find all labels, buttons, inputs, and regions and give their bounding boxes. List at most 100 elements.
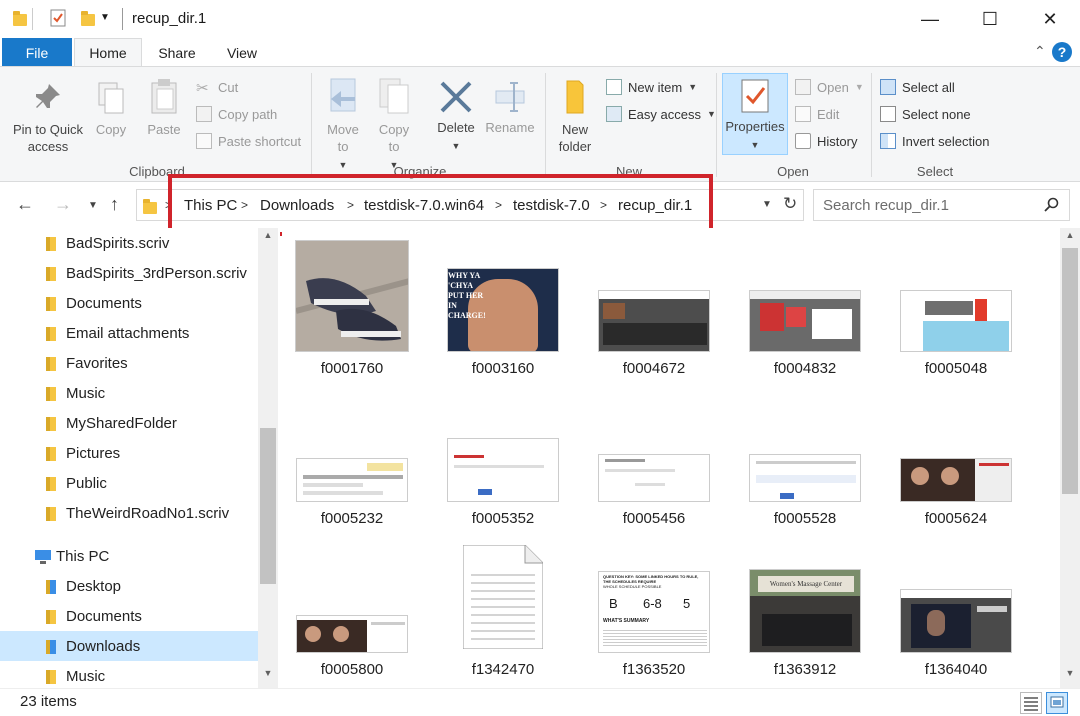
cut-button[interactable]: ✂ Cut — [196, 79, 238, 98]
item-count: 23 items — [20, 693, 77, 710]
back-arrow-icon[interactable]: ← — [16, 194, 34, 215]
paste-button[interactable]: Paste — [144, 77, 184, 138]
nav-item[interactable]: Documents — [0, 288, 258, 318]
nav-item[interactable]: Music — [0, 661, 258, 688]
minimize-button[interactable]: — — [900, 0, 960, 38]
folder-icon — [10, 8, 32, 30]
file-tile[interactable]: f0001760 — [282, 236, 422, 384]
pin-to-quick-access-button[interactable]: Pin to Quick access — [6, 81, 90, 155]
nav-item[interactable]: Documents — [0, 601, 258, 631]
tab-share[interactable]: Share — [150, 38, 204, 67]
refresh-icon[interactable]: ↻ — [783, 194, 797, 214]
new-folder-button[interactable]: New folder — [552, 77, 598, 155]
properties-button[interactable]: Properties ▼ — [722, 73, 788, 155]
expand-ribbon-icon[interactable]: ⌃ — [1034, 43, 1046, 60]
file-tile[interactable]: f0004832 — [735, 236, 875, 384]
file-tile[interactable]: WHY YA 'CHYA PUT HER IN CHARGE! f0003160 — [433, 236, 573, 384]
new-item-icon — [606, 79, 622, 95]
nav-item[interactable]: Pictures — [0, 438, 258, 468]
file-tile[interactable]: f1342470 — [433, 537, 573, 685]
history-icon — [795, 133, 811, 149]
paste-shortcut-button[interactable]: Paste shortcut — [196, 133, 301, 149]
nav-item[interactable]: Music — [0, 378, 258, 408]
file-thumbnail — [900, 290, 1012, 352]
file-tile[interactable]: f0004672 — [584, 236, 724, 384]
copy-to-button[interactable]: Copy to ▼ — [374, 77, 414, 174]
file-thumbnail — [296, 458, 408, 502]
nav-item[interactable]: TheWeirdRoadNo1.scriv — [0, 498, 258, 528]
nav-item[interactable]: This PC — [0, 541, 258, 571]
recent-locations-chevron-icon[interactable]: ▼ — [88, 200, 98, 211]
tab-home[interactable]: Home — [74, 38, 142, 67]
close-button[interactable]: ✕ — [1020, 0, 1080, 38]
move-to-button[interactable]: Move to ▼ — [322, 77, 364, 174]
file-tile[interactable]: f0005232 — [282, 386, 422, 534]
tab-view[interactable]: View — [216, 38, 268, 67]
group-open-label: Open — [777, 164, 809, 179]
new-folder-quick-icon[interactable] — [78, 8, 100, 30]
customize-quick-access-icon[interactable]: ▼ — [100, 12, 122, 34]
file-scroll-thumb[interactable] — [1062, 248, 1078, 494]
address-folder-icon — [143, 199, 157, 214]
edit-button[interactable]: Edit — [795, 106, 839, 122]
nav-item-label: Pictures — [66, 444, 121, 462]
file-tile[interactable]: f0005624 — [886, 386, 1026, 534]
file-thumbnail — [598, 454, 710, 502]
file-tile[interactable]: f0005352 — [433, 386, 573, 534]
folder-icon — [44, 356, 60, 371]
file-tile[interactable]: f1364040 — [886, 537, 1026, 685]
forward-arrow-icon[interactable]: → — [54, 194, 72, 215]
edit-icon — [795, 106, 811, 122]
file-thumbnail — [749, 454, 861, 502]
tab-file[interactable]: File — [2, 38, 72, 67]
rename-button[interactable]: Rename — [484, 79, 536, 136]
copy-button[interactable]: Copy — [92, 81, 130, 138]
title-bar: ▼ recup_dir.1 — ☐ ✕ — [0, 0, 1080, 38]
nav-item[interactable]: BadSpirits.scriv — [0, 228, 258, 258]
new-item-button[interactable]: New item ▼ — [606, 79, 697, 95]
file-area-scrollbar[interactable]: ▲ ▼ — [1060, 228, 1080, 688]
nav-item[interactable]: MySharedFolder — [0, 408, 258, 438]
nav-item[interactable]: Email attachments — [0, 318, 258, 348]
search-box[interactable]: Search recup_dir.1 — [813, 189, 1070, 221]
scroll-up-arrow-icon[interactable]: ▲ — [258, 230, 278, 248]
nav-item[interactable]: Favorites — [0, 348, 258, 378]
nav-item[interactable]: Downloads — [0, 631, 258, 661]
file-scroll-down-arrow-icon[interactable]: ▼ — [1060, 668, 1080, 686]
details-view-icon[interactable] — [1020, 692, 1042, 714]
up-arrow-icon[interactable]: ↑ — [110, 194, 119, 215]
nav-item-label: This PC — [56, 547, 110, 565]
file-tile[interactable]: f0005048 — [886, 236, 1026, 384]
file-thumbnail: Women's Massage Center — [749, 569, 861, 653]
file-tile[interactable]: f0005456 — [584, 386, 724, 534]
help-icon[interactable]: ? — [1052, 42, 1072, 62]
easy-access-icon — [606, 106, 622, 122]
select-none-button[interactable]: Select none — [880, 106, 971, 122]
file-scroll-up-arrow-icon[interactable]: ▲ — [1060, 230, 1080, 248]
copy-path-button[interactable]: Copy path — [196, 106, 277, 122]
folder-icon — [44, 266, 60, 281]
large-icons-view-icon[interactable] — [1046, 692, 1068, 714]
nav-item[interactable]: BadSpirits_3rdPerson.scriv — [0, 258, 258, 288]
file-tile[interactable]: Women's Massage Center f1363912 — [735, 537, 875, 685]
invert-selection-icon — [880, 133, 896, 149]
scroll-down-arrow-icon[interactable]: ▼ — [258, 668, 278, 686]
select-none-icon — [880, 106, 896, 122]
nav-item[interactable]: Desktop — [0, 571, 258, 601]
easy-access-button[interactable]: Easy access ▼ — [606, 106, 716, 122]
history-button[interactable]: History — [795, 133, 857, 149]
address-history-chevron-icon[interactable]: ▼ — [762, 199, 772, 210]
nav-pane-scrollbar[interactable]: ▲ ▼ — [258, 228, 278, 688]
properties-quick-icon[interactable] — [48, 8, 70, 30]
file-tile[interactable]: f0005800 — [282, 537, 422, 685]
delete-button[interactable]: Delete ▼ — [433, 79, 479, 155]
nav-item[interactable]: Public — [0, 468, 258, 498]
maximize-button[interactable]: ☐ — [960, 0, 1020, 38]
file-tile[interactable]: f0005528 — [735, 386, 875, 534]
open-button[interactable]: Open ▼ — [795, 79, 864, 95]
file-tile[interactable]: QUESTION KEY: SOME LINKED HOURS TO RULE,… — [584, 537, 724, 685]
nav-scroll-thumb[interactable] — [260, 428, 276, 584]
select-all-button[interactable]: Select all — [880, 79, 955, 95]
file-name: f0005232 — [320, 510, 384, 527]
invert-selection-button[interactable]: Invert selection — [880, 133, 989, 149]
